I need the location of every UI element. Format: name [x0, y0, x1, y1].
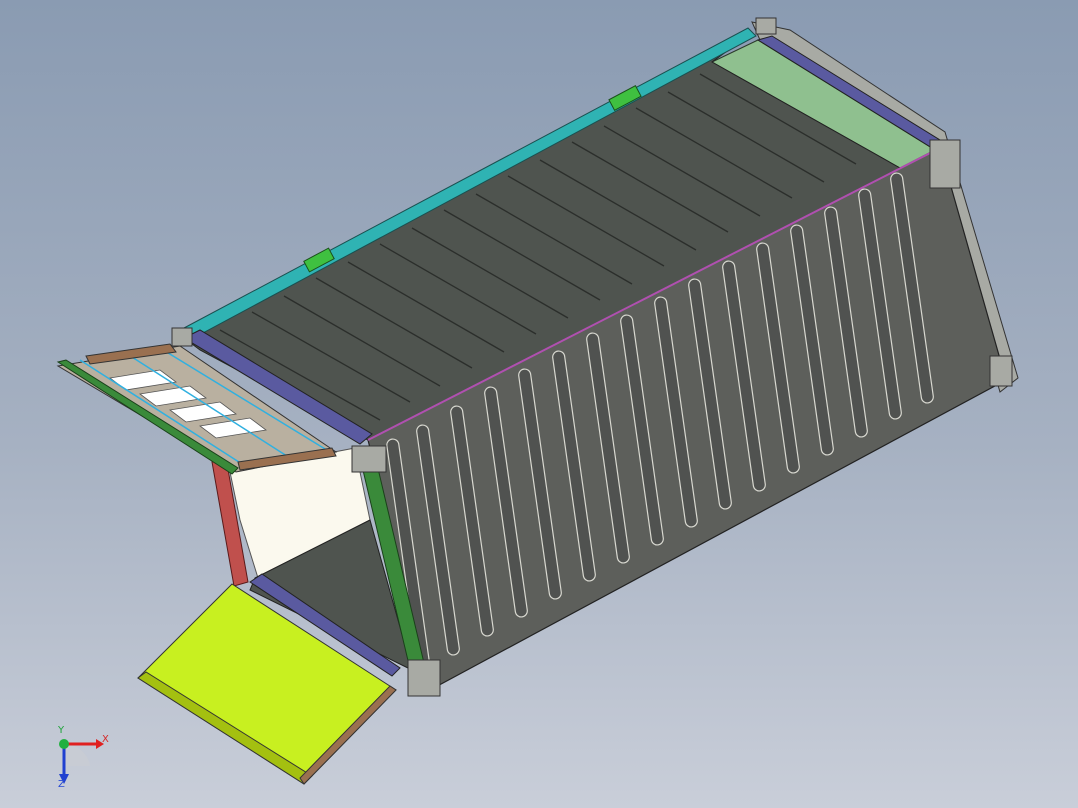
corner-casting-rear-bottom [989, 355, 1013, 387]
container-3d-model[interactable] [0, 0, 1078, 808]
corner-casting-rear-top-back [755, 17, 777, 35]
corner-casting-bottom [407, 659, 441, 697]
coordinate-triad: X Y Z [46, 726, 116, 792]
y-axis-label: Y [58, 725, 65, 736]
corner-casting-rear-top [929, 139, 961, 189]
corner-casting-top [351, 445, 387, 473]
z-axis-label: Z [58, 779, 65, 790]
x-axis-label: X [102, 734, 109, 745]
cad-graphics-viewport[interactable]: X Y Z [0, 0, 1078, 808]
corner-casting-top-left [171, 327, 193, 347]
